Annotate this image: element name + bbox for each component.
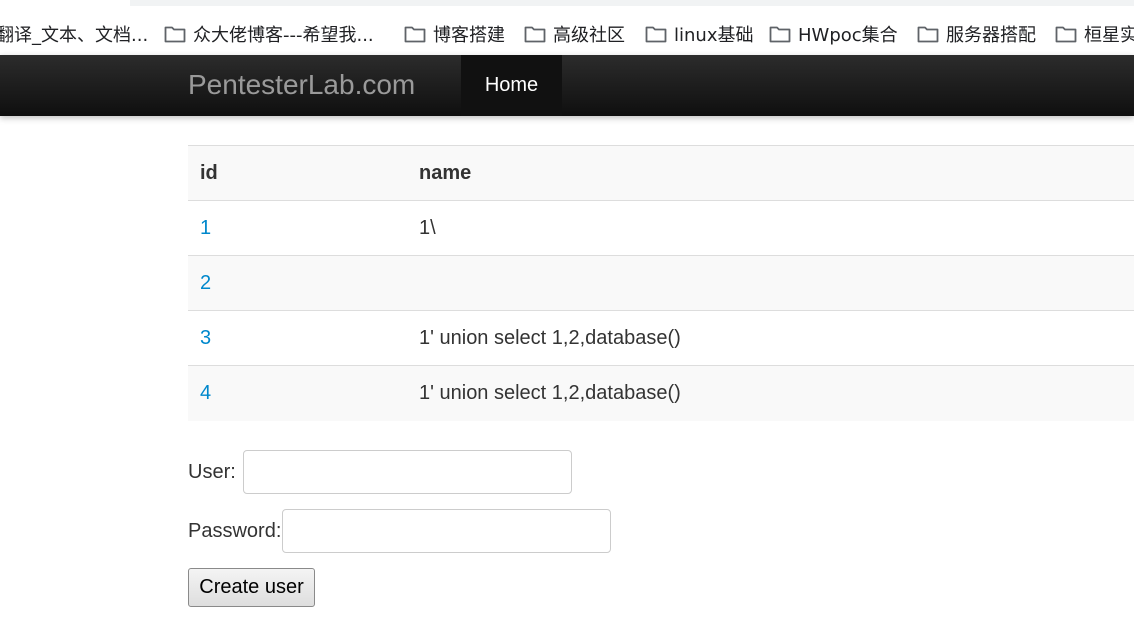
row-id-cell: 2	[188, 255, 407, 311]
table-row: 3 1' union select 1,2,database()	[188, 310, 1134, 366]
folder-icon	[404, 25, 426, 43]
password-row: Password:	[188, 509, 612, 553]
table-row: 1 1\	[188, 200, 1134, 256]
column-header-id: id	[188, 145, 407, 201]
user-id-link[interactable]: 2	[200, 272, 211, 294]
bookmark-label: 翻译_文本、文档...	[0, 25, 149, 46]
nav-home-link[interactable]: Home	[461, 55, 562, 116]
site-navbar: PentesterLab.com Home	[0, 55, 1134, 116]
bookmark-folder-community[interactable]: 高级社区	[524, 21, 625, 47]
bookmarks-bar: 翻译_文本、文档... 众大佬博客---希望我... 博客搭建 高级社区 lin…	[0, 0, 1134, 55]
create-user-button[interactable]: Create user	[188, 568, 315, 607]
users-table: id name 1 1\ 2 3 1' union select 1,2,dat…	[188, 145, 1134, 421]
user-label: User:	[188, 460, 236, 483]
bookmark-label: 博客搭建	[433, 25, 505, 46]
folder-icon	[524, 25, 546, 43]
user-id-link[interactable]: 1	[200, 217, 211, 239]
column-header-name: name	[407, 145, 1134, 201]
bookmark-label: 服务器搭配	[946, 25, 1036, 46]
user-id-link[interactable]: 3	[200, 327, 211, 349]
folder-icon	[769, 25, 791, 43]
password-input[interactable]	[282, 509, 612, 553]
row-name-cell: 1' union select 1,2,database()	[407, 365, 1134, 421]
tab-strip-edge	[0, 0, 1134, 6]
bookmark-folder-linux[interactable]: linux基础	[645, 21, 753, 47]
row-name-cell: 1\	[407, 200, 1134, 256]
bookmark-folder-server[interactable]: 服务器搭配	[917, 21, 1036, 47]
row-id-cell: 4	[188, 365, 407, 421]
bookmark-translate[interactable]: 翻译_文本、文档...	[0, 21, 148, 47]
row-id-cell: 1	[188, 200, 407, 256]
brand-link[interactable]: PentesterLab.com	[188, 69, 415, 101]
table-row: 4 1' union select 1,2,database()	[188, 365, 1134, 421]
table-row: 2	[188, 255, 1134, 311]
bookmark-label: 高级社区	[553, 25, 625, 46]
row-name-cell	[407, 255, 1134, 311]
bookmark-folder-huanxing[interactable]: 桓星实	[1055, 21, 1134, 47]
folder-icon	[164, 25, 186, 43]
table-header-row: id name	[188, 145, 1134, 201]
bookmark-folder-blogs[interactable]: 众大佬博客---希望我...	[164, 21, 374, 47]
user-input[interactable]	[242, 450, 572, 494]
bookmark-label: linux基础	[674, 25, 754, 46]
password-label: Password:	[188, 519, 282, 542]
bookmark-folder-blog-setup[interactable]: 博客搭建	[404, 21, 505, 47]
bookmark-label: HWpoc集合	[798, 25, 898, 46]
folder-icon	[645, 25, 667, 43]
folder-icon	[1055, 25, 1077, 43]
folder-icon	[917, 25, 939, 43]
user-row: User:	[188, 450, 572, 494]
row-id-cell: 3	[188, 310, 407, 366]
row-name-cell: 1' union select 1,2,database()	[407, 310, 1134, 366]
bookmark-label: 众大佬博客---希望我...	[193, 25, 374, 46]
bookmark-folder-hwpoc[interactable]: HWpoc集合	[769, 21, 898, 47]
bookmark-label: 桓星实	[1084, 25, 1134, 46]
user-id-link[interactable]: 4	[200, 382, 211, 404]
